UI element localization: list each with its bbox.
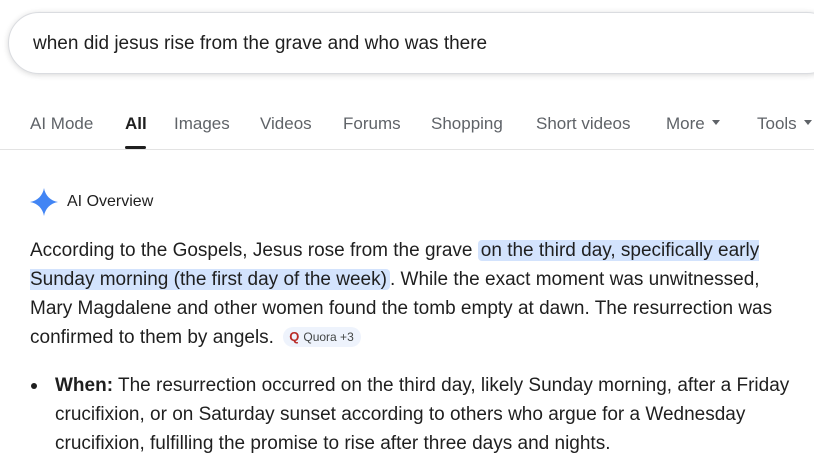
quora-icon: Q <box>289 329 300 344</box>
ai-overview-title: AI Overview <box>67 193 154 210</box>
tab-videos[interactable]: Videos <box>260 114 312 134</box>
tab-all[interactable]: All <box>125 114 147 134</box>
tab-more[interactable]: More <box>666 114 720 134</box>
gemini-sparkle-icon <box>30 188 58 216</box>
chevron-down-icon <box>711 120 720 126</box>
tab-tools[interactable]: Tools <box>757 114 812 134</box>
tab-ai-mode[interactable]: AI Mode <box>30 114 93 134</box>
tab-images[interactable]: Images <box>174 114 230 134</box>
source-chip[interactable]: Q Quora +3 <box>283 327 361 347</box>
list-item: When: The resurrection occurred on the t… <box>30 371 800 458</box>
tab-forums[interactable]: Forums <box>343 114 401 134</box>
bullet-heading: When: <box>55 375 114 396</box>
search-query[interactable]: when did jesus rise from the grave and w… <box>33 33 487 55</box>
search-tabs: AI Mode All Images Videos Forums Shoppin… <box>0 110 814 150</box>
tab-short-videos[interactable]: Short videos <box>536 114 631 134</box>
bullet-text: The resurrection occurred on the third d… <box>55 375 790 454</box>
tab-shopping[interactable]: Shopping <box>431 114 503 134</box>
chevron-down-icon <box>803 120 812 126</box>
tabs-divider <box>0 149 814 150</box>
ai-overview-bullets: When: The resurrection occurred on the t… <box>30 371 800 458</box>
summary-text-start: According to the Gospels, Jesus rose fro… <box>30 240 473 261</box>
search-box[interactable]: when did jesus rise from the grave and w… <box>8 12 814 74</box>
tab-more-label: More <box>666 114 705 133</box>
tab-tools-label: Tools <box>757 114 797 133</box>
ai-overview-summary: According to the Gospels, Jesus rose fro… <box>30 236 800 352</box>
source-chip-label: Quora +3 <box>303 330 354 344</box>
bullet-dot <box>31 383 37 389</box>
